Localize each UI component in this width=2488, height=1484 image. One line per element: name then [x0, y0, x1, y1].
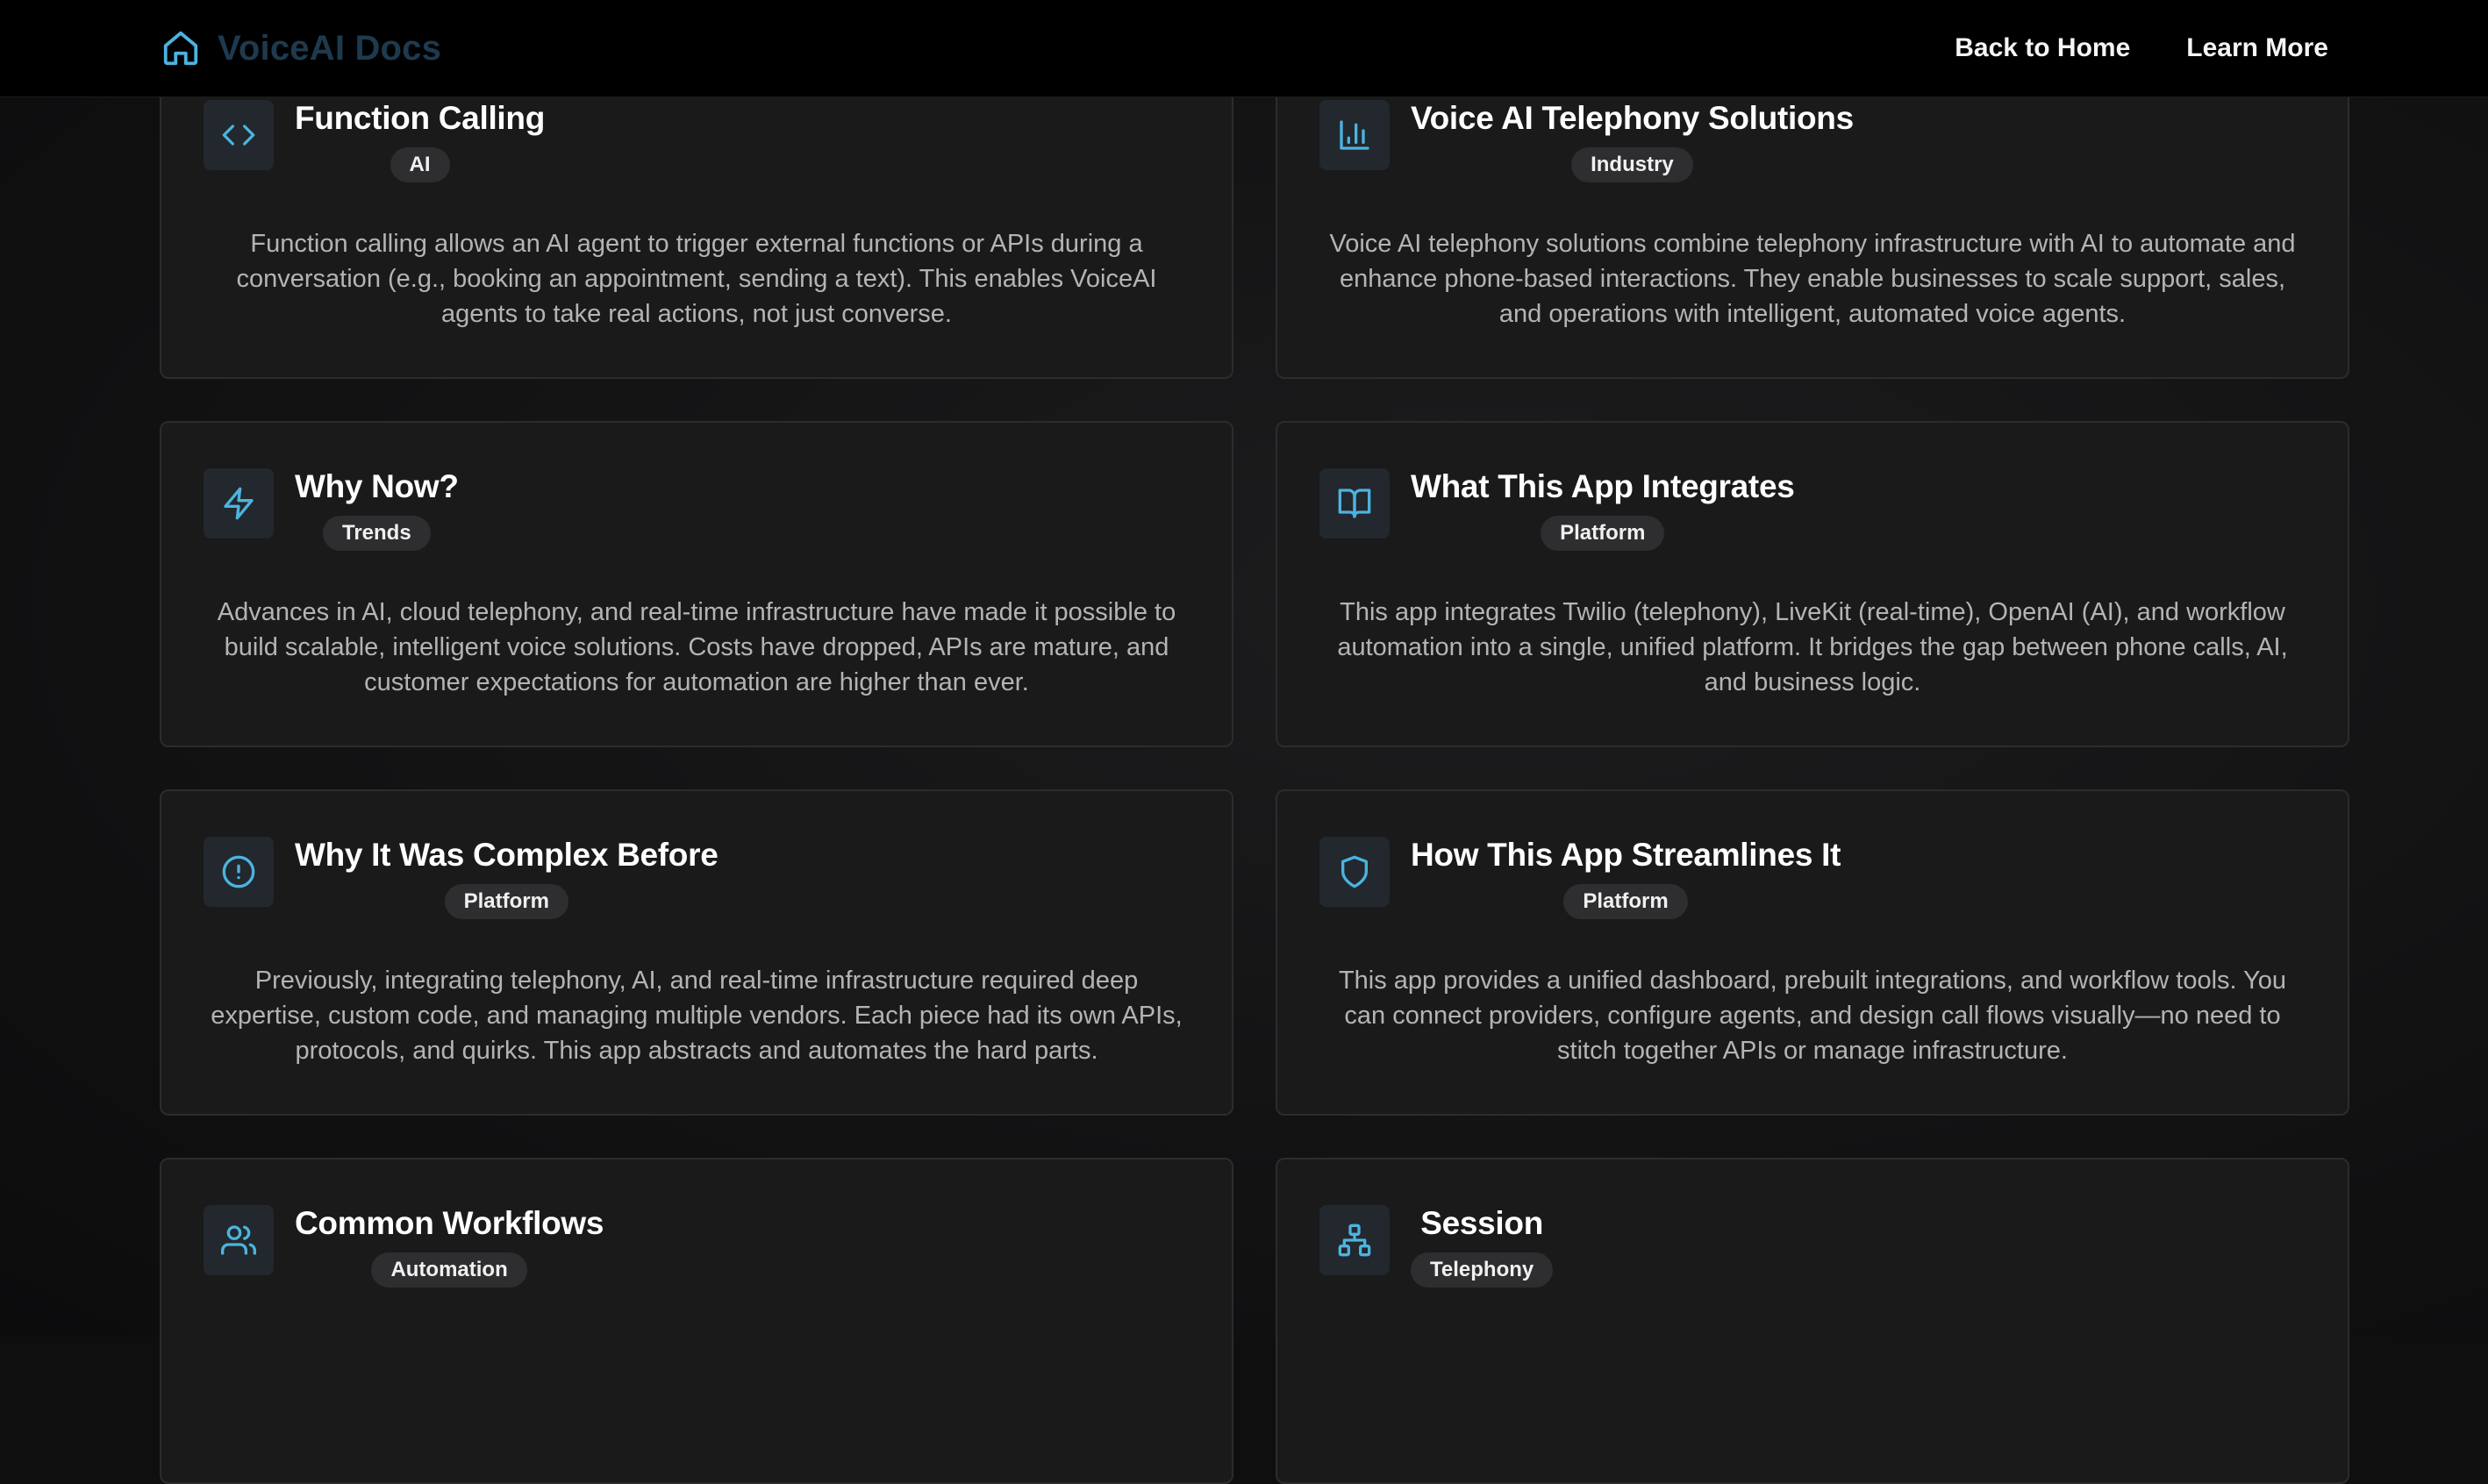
card-header: Why Now? Trends: [204, 468, 459, 551]
card-description: Voice AI telephony solutions combine tel…: [1329, 230, 2296, 328]
brand-title: VoiceAI Docs: [218, 28, 442, 68]
card-title: Why Now?: [295, 468, 459, 504]
card-title: Voice AI Telephony Solutions: [1411, 100, 1854, 136]
card-title: Why It Was Complex Before: [295, 837, 719, 873]
doc-card-voice-ai-telephony[interactable]: Voice AI Telephony Solutions Industry Vo…: [1276, 53, 2349, 379]
card-title: How This App Streamlines It: [1411, 837, 1841, 873]
lightning-icon: [224, 487, 254, 520]
doc-card-common-workflows[interactable]: Common Workflows Automation: [160, 1158, 1233, 1484]
brand-link[interactable]: VoiceAI Docs: [160, 16, 441, 81]
card-header: What This App Integrates Platform: [1319, 468, 1795, 551]
docs-card-grid: Function Calling AI Function calling all…: [160, 53, 2349, 1484]
network-icon: [1338, 1224, 1371, 1257]
shield-icon: [1341, 855, 1368, 888]
code-icon: [222, 125, 255, 146]
category-badge: Automation: [371, 1252, 527, 1288]
alert-circle-icon: [222, 855, 255, 888]
card-description: This app integrates Twilio (telephony), …: [1337, 598, 2288, 696]
card-header: Session Telephony: [1319, 1205, 1554, 1288]
bar-chart-icon: [1340, 120, 1369, 150]
category-badge: Industry: [1571, 147, 1693, 182]
category-badge: Trends: [322, 516, 431, 551]
card-title: Common Workflows: [295, 1205, 604, 1241]
card-icon-box: [1319, 468, 1390, 539]
home-icon: [160, 27, 202, 69]
card-header: Voice AI Telephony Solutions Industry: [1319, 100, 1854, 182]
card-icon-box: [1319, 837, 1390, 907]
users-icon: [221, 1225, 256, 1255]
card-title: What This App Integrates: [1411, 468, 1795, 504]
doc-card-why-now[interactable]: Why Now? Trends Advances in AI, cloud te…: [160, 421, 1233, 747]
doc-card-session[interactable]: Session Telephony: [1276, 1158, 2349, 1484]
top-navigation-bar: VoiceAI Docs Back to Home Learn More: [0, 0, 2488, 97]
category-badge: Platform: [1563, 884, 1688, 919]
card-icon-box: [204, 837, 274, 907]
nav-link-back-to-home[interactable]: Back to Home: [1955, 33, 2130, 63]
card-header: Function Calling AI: [204, 100, 545, 182]
card-icon-box: [204, 100, 274, 170]
category-badge: AI: [390, 147, 450, 182]
card-header: Why It Was Complex Before Platform: [204, 837, 719, 919]
card-description: Function calling allows an AI agent to t…: [236, 230, 1157, 328]
card-header: How This App Streamlines It Platform: [1319, 837, 1841, 919]
card-icon-box: [204, 468, 274, 539]
card-icon-box: [1319, 1205, 1390, 1275]
doc-card-what-app-integrates[interactable]: What This App Integrates Platform This a…: [1276, 421, 2349, 747]
category-badge: Telephony: [1411, 1252, 1554, 1288]
card-header: Common Workflows Automation: [204, 1205, 604, 1288]
nav-link-learn-more[interactable]: Learn More: [2186, 33, 2328, 63]
doc-card-how-app-streamlines[interactable]: How This App Streamlines It Platform Thi…: [1276, 789, 2349, 1116]
category-badge: Platform: [444, 884, 568, 919]
header-nav: Back to Home Learn More: [1955, 16, 2328, 81]
card-description: Previously, integrating telephony, AI, a…: [211, 967, 1183, 1065]
category-badge: Platform: [1541, 516, 1665, 551]
doc-card-why-complex-before[interactable]: Why It Was Complex Before Platform Previ…: [160, 789, 1233, 1116]
card-description: This app provides a unified dashboard, p…: [1338, 967, 2287, 1065]
card-icon-box: [1319, 100, 1390, 170]
book-open-icon: [1338, 489, 1371, 518]
doc-card-function-calling[interactable]: Function Calling AI Function calling all…: [160, 53, 1233, 379]
card-title: Function Calling: [295, 100, 546, 136]
card-description: Advances in AI, cloud telephony, and rea…: [217, 598, 1176, 696]
card-title: Session: [1420, 1205, 1544, 1241]
card-icon-box: [204, 1205, 274, 1275]
